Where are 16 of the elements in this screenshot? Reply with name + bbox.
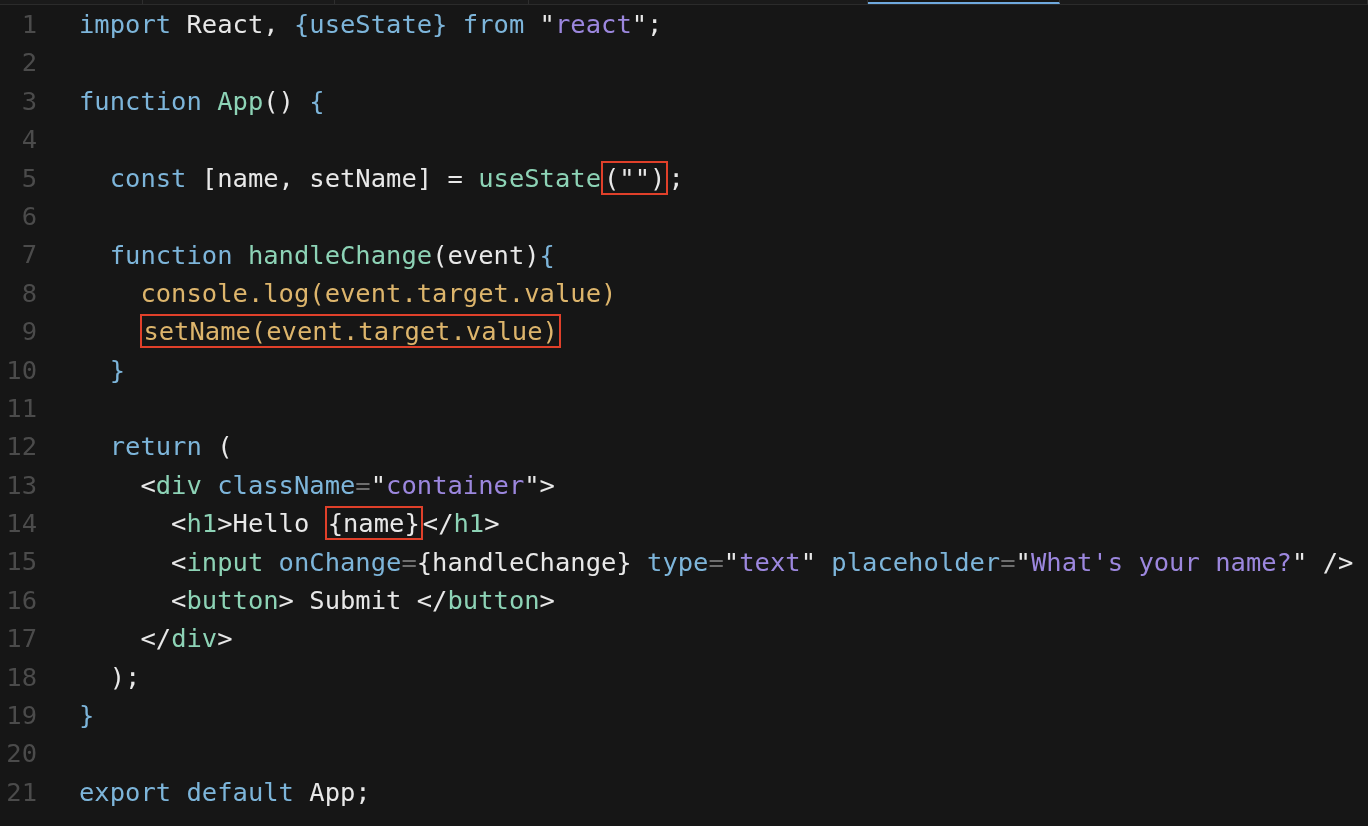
code-line: } <box>79 699 95 733</box>
code-line: </div> <box>139 622 233 656</box>
code-line: <button> Submit </button> <box>170 584 555 618</box>
code-line: console.log(event.target.value) <box>139 276 617 310</box>
code-line: } <box>108 353 126 387</box>
code-line: return ( <box>108 430 233 464</box>
code-line: import React, {useState} from "react"; <box>79 8 663 42</box>
code-line: ); <box>108 660 141 694</box>
code-line: function handleChange(event){ <box>108 238 555 272</box>
editor-tab[interactable] <box>868 0 1060 4</box>
code-line: const [name, setName] = useState(""); <box>108 160 684 195</box>
code-line: <input onChange={handleChange} type="text" placeholder="What's your name?" /> <box>170 545 1354 579</box>
code-line: function App() { <box>79 84 325 118</box>
code-line: <h1>Hello {name}</h1> <box>170 506 500 541</box>
code-line: <div className="container"> <box>139 468 555 502</box>
code-line: export default App; <box>79 776 371 809</box>
